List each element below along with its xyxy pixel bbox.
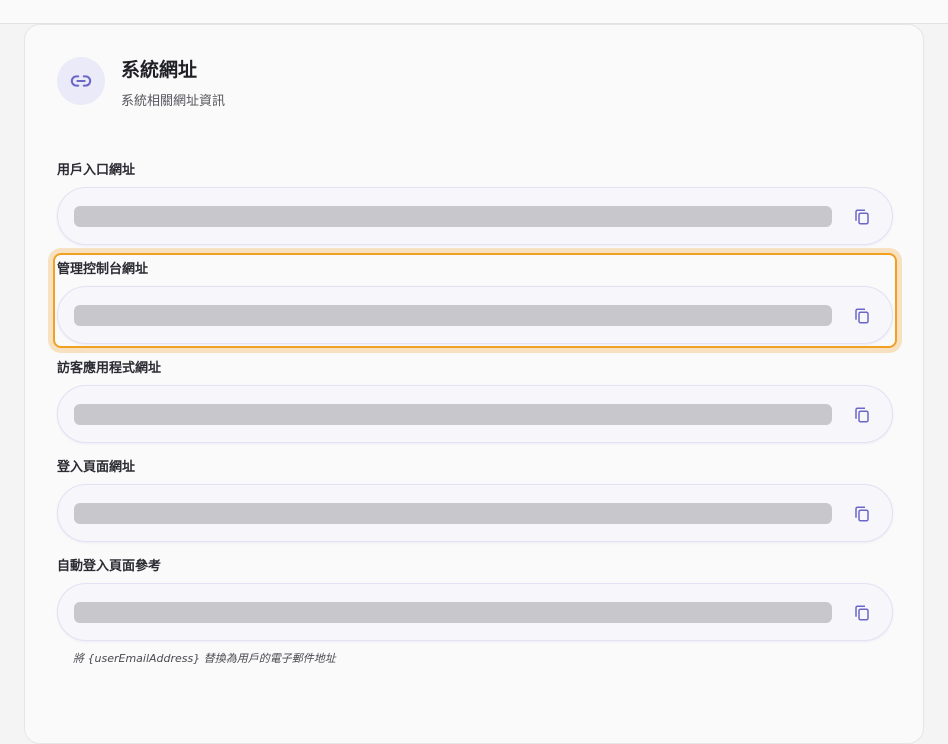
field-label-guest-app: 訪客應用程式網址 <box>57 361 162 376</box>
field-login-page-url[interactable] <box>57 484 893 542</box>
field-guest-app-url[interactable] <box>57 385 893 443</box>
field-auto-login-ref[interactable] <box>57 583 893 641</box>
copy-icon[interactable] <box>848 401 876 429</box>
field-value[interactable] <box>74 305 832 326</box>
system-urls-card: 系統網址 系統相關網址資訊 用戶入口網址 管理控制台網址 訪客應用程式網址 登入… <box>24 24 924 744</box>
field-value[interactable] <box>74 503 832 524</box>
section-title: 系統網址 <box>121 59 198 81</box>
field-value[interactable] <box>74 206 832 227</box>
field-value[interactable] <box>74 602 832 623</box>
copy-icon[interactable] <box>848 599 876 627</box>
top-bar <box>0 0 948 24</box>
link-icon <box>57 57 105 105</box>
field-user-portal-url[interactable] <box>57 187 893 245</box>
field-admin-console-url[interactable] <box>57 286 893 344</box>
field-value[interactable] <box>74 404 832 425</box>
field-label-login-page: 登入頁面網址 <box>57 460 136 475</box>
field-label-admin-console: 管理控制台網址 <box>57 262 149 277</box>
replace-hint: 將 {userEmailAddress} 替換為用戶的電子郵件地址 <box>73 652 336 665</box>
field-label-user-portal: 用戶入口網址 <box>57 163 136 178</box>
section-subtitle: 系統相關網址資訊 <box>121 94 226 109</box>
field-label-auto-login: 自動登入頁面參考 <box>57 559 162 574</box>
copy-icon[interactable] <box>848 302 876 330</box>
copy-icon[interactable] <box>848 500 876 528</box>
copy-icon[interactable] <box>848 203 876 231</box>
